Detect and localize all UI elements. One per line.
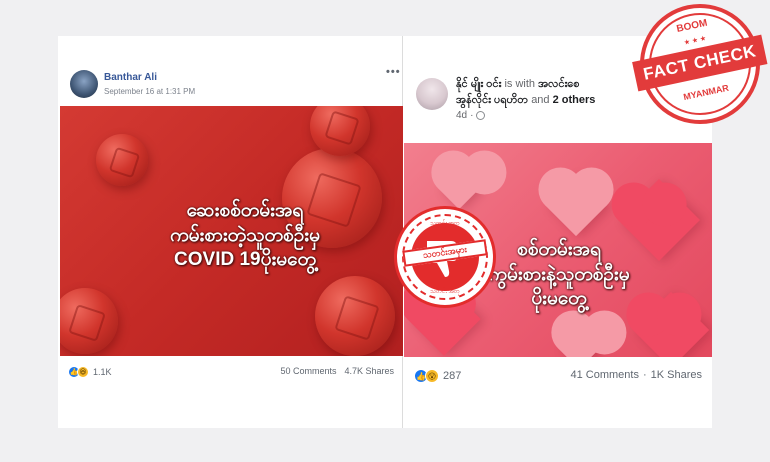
with-text: is with bbox=[504, 78, 535, 90]
heart-decoration bbox=[544, 173, 608, 237]
stamp-bottom-text: သတင်း အတု bbox=[430, 289, 460, 295]
globe-icon[interactable] bbox=[476, 111, 486, 120]
football-decoration bbox=[60, 288, 118, 354]
heart-decoration bbox=[437, 166, 481, 210]
reaction-count: 287 bbox=[443, 370, 462, 382]
image-caption: ဆေးစစ်တမ်းအရ ကမ်းစားတဲ့သူတစ်ဦးမှ COVID 1… bbox=[120, 199, 370, 273]
wow-reaction-icon: 😮 bbox=[425, 369, 439, 383]
dot-separator: · bbox=[470, 110, 474, 121]
ellipsis-icon[interactable]: ••• bbox=[386, 66, 401, 78]
post-time[interactable]: 4d bbox=[456, 110, 467, 121]
dot-separator: · bbox=[642, 369, 647, 381]
shares-count[interactable]: 4.7K Shares bbox=[344, 366, 394, 376]
others-link[interactable]: 2 others bbox=[553, 94, 596, 106]
comparison-frame: Banthar Ali September 16 at 1:31 PM ••• … bbox=[58, 36, 712, 428]
tagged-page-continued[interactable]: အွန်လိုင်း ပရဟိတ bbox=[456, 94, 528, 106]
engagement-counts: 50 Comments 4.7K Shares bbox=[280, 366, 394, 376]
engagement-counts: 41 Comments · 1K Shares bbox=[570, 369, 702, 381]
reaction-count: 1.1K bbox=[93, 367, 112, 377]
comments-count[interactable]: 50 Comments bbox=[280, 366, 336, 376]
post-meta: 4d · bbox=[456, 110, 486, 121]
caption-line: ကမ်းစားတဲ့သူတစ်ဦးမှ bbox=[170, 224, 320, 246]
football-decoration bbox=[96, 134, 148, 186]
author-name[interactable]: နိုင် မျိုး ဝင်း bbox=[456, 78, 501, 90]
reaction-summary[interactable]: 👍 😮 287 bbox=[414, 369, 461, 383]
post-date[interactable]: September 16 at 1:31 PM bbox=[104, 87, 195, 96]
left-facebook-post: Banthar Ali September 16 at 1:31 PM ••• … bbox=[58, 36, 403, 428]
comments-count[interactable]: 41 Comments bbox=[570, 369, 638, 381]
author-avatar[interactable] bbox=[416, 78, 448, 110]
tagged-page[interactable]: အလင်းစေ bbox=[538, 78, 579, 90]
author-avatar[interactable] bbox=[70, 70, 98, 98]
football-decoration bbox=[315, 276, 395, 356]
and-text: and bbox=[531, 94, 550, 106]
caption-line: ဆေးစစ်တမ်းအရ bbox=[186, 200, 304, 221]
haha-reaction-icon: 😆 bbox=[77, 366, 89, 378]
author-name[interactable]: Banthar Ali bbox=[104, 72, 157, 83]
fake-news-stamp: သတင်း အတု သတင်းအမှား သတင်း အတု bbox=[394, 206, 496, 308]
heart-decoration bbox=[557, 326, 601, 357]
post-image[interactable]: ဆေးစစ်တမ်းအရ ကမ်းစားတဲ့သူတစ်ဦးမှ COVID 1… bbox=[60, 106, 403, 356]
reaction-summary[interactable]: 👍 😆 1.1K bbox=[68, 366, 112, 378]
shares-count[interactable]: 1K Shares bbox=[651, 369, 702, 381]
caption-line: COVID 19ပိုးမတွေ့ bbox=[174, 249, 316, 271]
